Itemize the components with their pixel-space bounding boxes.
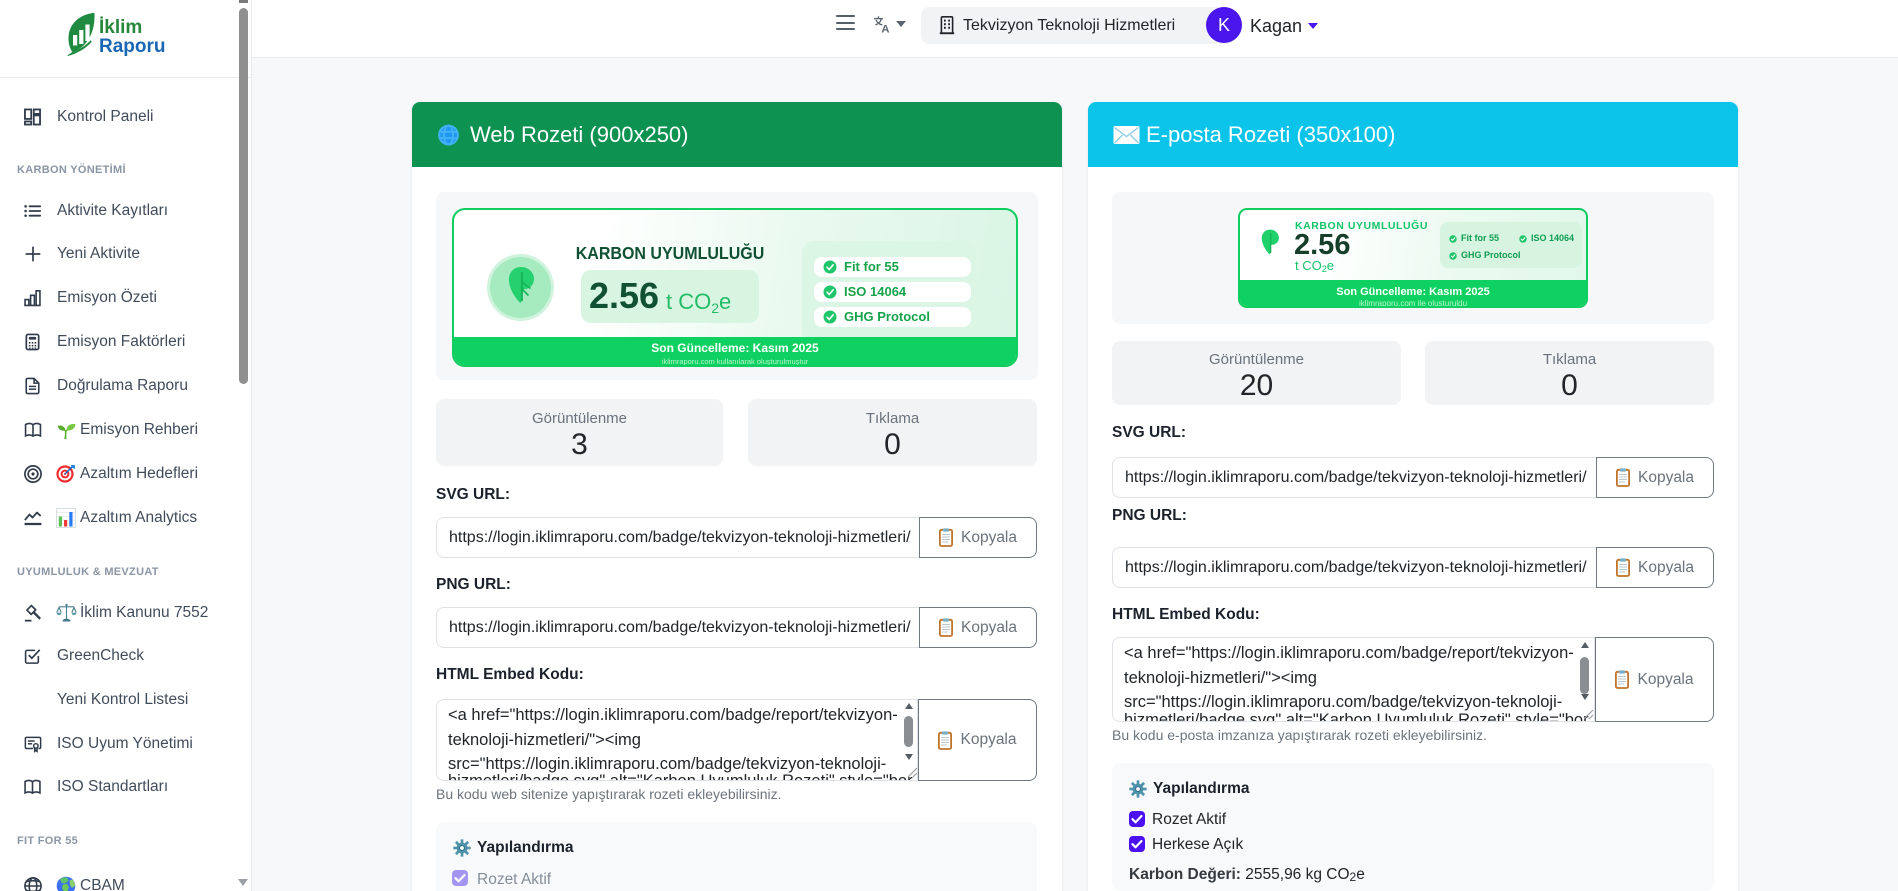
svg-text:A: A — [881, 24, 889, 34]
